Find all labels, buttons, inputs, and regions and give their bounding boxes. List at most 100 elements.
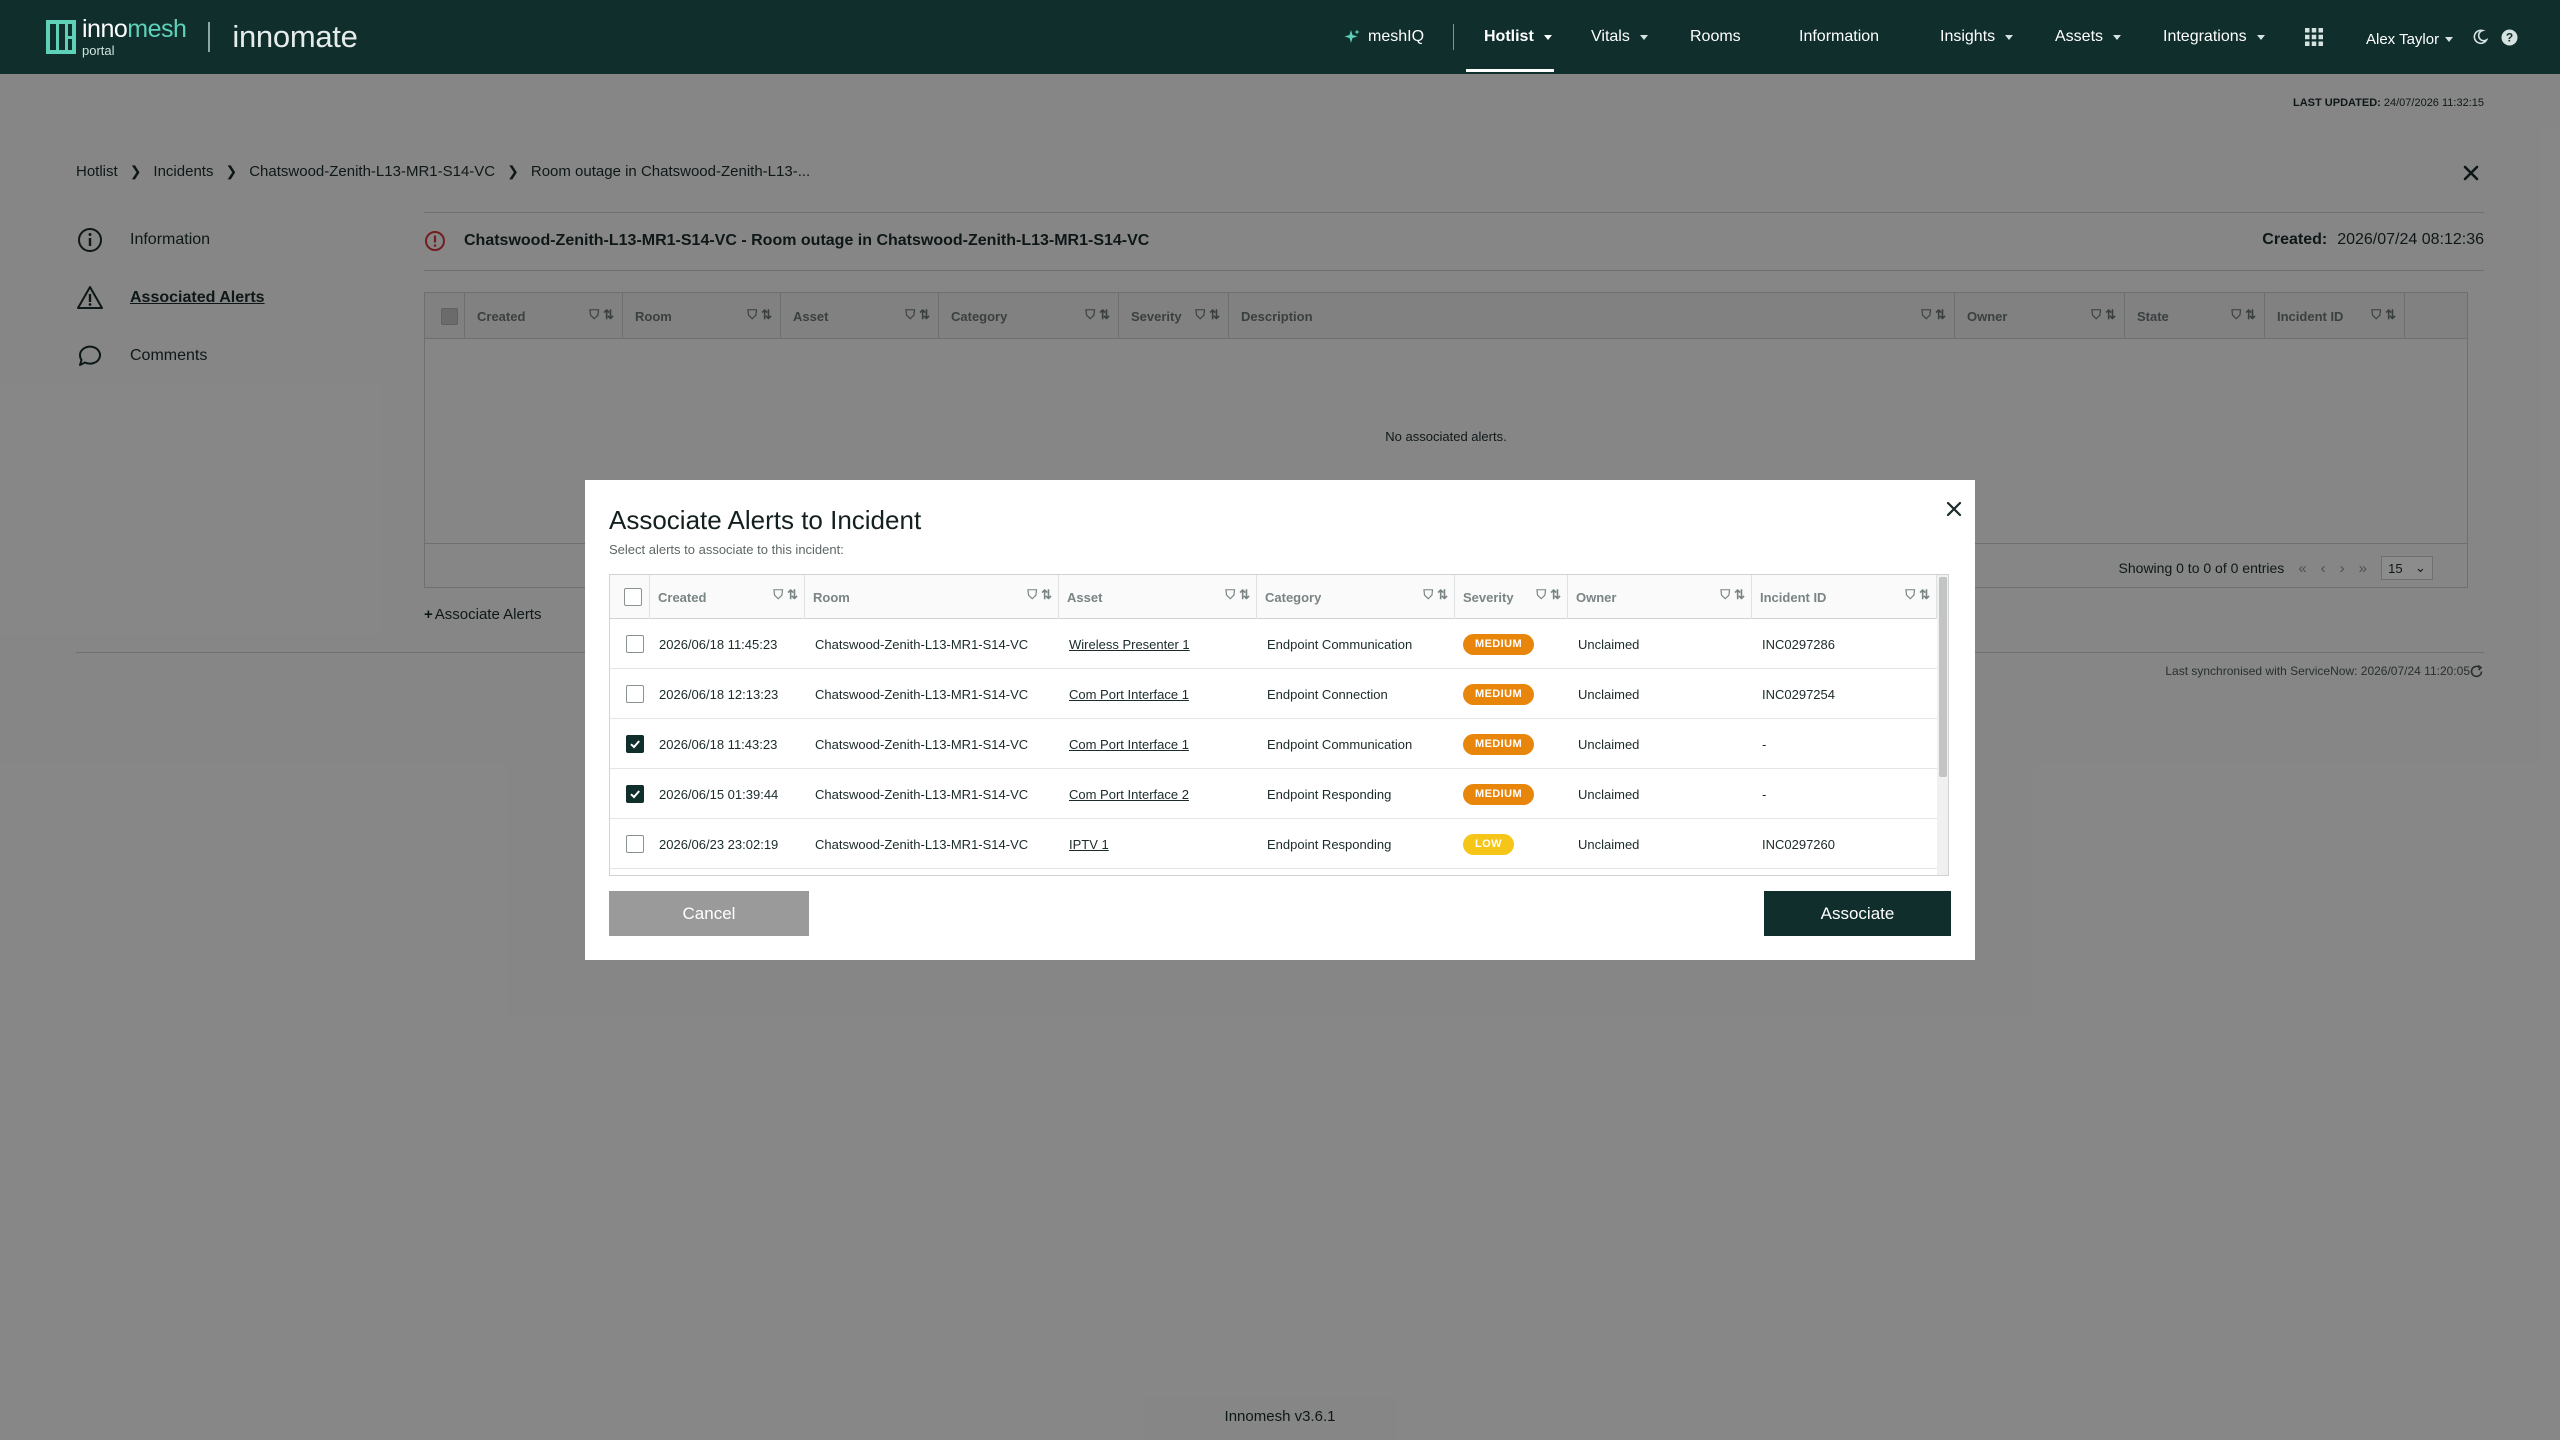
moon-icon [2473,29,2488,45]
severity-badge: MEDIUM [1463,783,1535,805]
column-label: Severity [1463,589,1514,605]
cell-room: Chatswood-Zenith-L13-MR1-S14-VC [815,686,1029,702]
row-checkbox[interactable] [626,635,644,653]
nav-rooms-label: Rooms [1690,28,1741,45]
cell-room: Chatswood-Zenith-L13-MR1-S14-VC [815,786,1029,802]
column-asset[interactable]: Asset ⛉ ⇅ [1059,575,1257,619]
nav-rooms[interactable]: Rooms [1690,0,1741,74]
cell-category: Endpoint Communication [1267,636,1413,652]
column-owner[interactable]: Owner ⛉ ⇅ [1568,575,1752,619]
asset-link[interactable]: IPTV 1 [1069,837,1109,852]
user-menu[interactable]: Alex Taylor [2366,2,2454,76]
vertical-scrollbar[interactable] [1937,575,1948,875]
select-all-column [610,575,650,619]
innomesh-logo[interactable]: innomesh portal innomate [46,15,358,57]
cell-created: 2026/06/18 11:45:23 [659,636,778,652]
cell-owner: Unclaimed [1578,836,1640,852]
row-checkbox[interactable] [626,685,644,703]
sort-icon[interactable]: ⇅ [1550,587,1561,603]
app-name: innomate [232,19,358,54]
severity-badge: MEDIUM [1463,683,1535,705]
column-label: Owner [1576,589,1617,605]
select-all-checkbox[interactable] [624,588,642,606]
nav-divider [1453,24,1454,50]
associate-button[interactable]: Associate [1764,891,1951,936]
cell-owner: Unclaimed [1578,636,1640,652]
column-severity[interactable]: Severity ⛉ ⇅ [1455,575,1568,619]
apps-grid-button[interactable] [2305,0,2323,74]
help-button[interactable]: ? [2501,0,2518,74]
filter-icon[interactable]: ⛉ [1720,587,1730,603]
top-navbar: innomesh portal innomate meshIQ Hotlist … [0,0,2560,74]
cell-owner: Unclaimed [1578,686,1640,702]
sort-icon[interactable]: ⇅ [1734,587,1745,603]
checkmark-icon [630,790,640,799]
column-room[interactable]: Room ⛉ ⇅ [805,575,1059,619]
help-icon: ? [2501,29,2518,45]
modal-close-button[interactable] [1943,498,1965,520]
row-checkbox[interactable] [626,835,644,853]
column-label: Category [1265,589,1322,605]
logo-divider [208,22,211,52]
filter-icon[interactable]: ⛉ [1225,587,1235,603]
cell-room: Chatswood-Zenith-L13-MR1-S14-VC [815,736,1029,752]
table-row[interactable]: 2026/06/15 01:39:44 Chatswood-Zenith-L13… [610,769,1937,819]
filter-icon[interactable]: ⛉ [1027,587,1037,603]
filter-icon[interactable]: ⛉ [1423,587,1433,603]
column-label: Incident ID [1760,589,1827,605]
dark-mode-toggle[interactable] [2472,0,2488,74]
modal-subtitle: Select alerts to associate to this incid… [609,542,844,557]
column-label: Room [813,589,850,605]
nav-hotlist[interactable]: Hotlist [1466,0,1554,74]
cell-room: Chatswood-Zenith-L13-MR1-S14-VC [815,636,1029,652]
cell-room: Chatswood-Zenith-L13-MR1-S14-VC [815,836,1029,852]
innomesh-logo-icon [46,20,76,54]
nav-information[interactable]: Information [1799,0,1879,74]
cell-incident-id: INC0297286 [1762,636,1835,652]
cell-incident-id: - [1762,786,1767,802]
nav-vitals[interactable]: Vitals [1591,0,1648,74]
column-incident-id[interactable]: Incident ID ⛉ ⇅ [1752,575,1937,619]
chevron-down-icon [2113,34,2122,40]
nav-assets[interactable]: Assets [2055,0,2122,74]
filter-icon[interactable]: ⛉ [773,587,783,603]
chevron-down-icon [1543,34,1552,40]
cell-created: 2026/06/15 01:39:44 [659,786,779,802]
column-created[interactable]: Created ⛉ ⇅ [650,575,805,619]
nav-meshiq-label: meshIQ [1368,28,1425,45]
row-checkbox[interactable] [626,735,644,753]
scrollbar-thumb[interactable] [1939,577,1947,777]
severity-badge: MEDIUM [1463,633,1535,655]
column-category[interactable]: Category ⛉ ⇅ [1257,575,1455,619]
sort-icon[interactable]: ⇅ [787,587,798,603]
nav-meshiq[interactable]: meshIQ [1344,0,1424,74]
alerts-grid-header: Created ⛉ ⇅ Room ⛉ ⇅ Asset ⛉ ⇅ Category ⛉ ⇅ Seve… [610,575,1937,619]
row-checkbox[interactable] [626,785,644,803]
sort-icon[interactable]: ⇅ [1239,587,1250,603]
filter-icon[interactable]: ⛉ [1905,587,1915,603]
nav-integrations[interactable]: Integrations [2163,0,2265,74]
nav-insights[interactable]: Insights [1940,0,2014,74]
asset-link[interactable]: Com Port Interface 1 [1069,737,1189,752]
logo-wordmark: innomesh [82,15,187,43]
cell-category: Endpoint Communication [1267,736,1413,752]
modal-title: Associate Alerts to Incident [609,505,922,535]
filter-icon[interactable]: ⛉ [1536,587,1546,603]
table-row[interactable]: 2026/06/23 23:02:19 Chatswood-Zenith-L13… [610,819,1937,869]
asset-link[interactable]: Wireless Presenter 1 [1069,637,1190,652]
sort-icon[interactable]: ⇅ [1437,587,1448,603]
nav-assets-label: Assets [2055,28,2104,45]
table-row[interactable]: 2026/06/18 11:43:23 Chatswood-Zenith-L13… [610,719,1937,769]
cell-owner: Unclaimed [1578,736,1640,752]
asset-link[interactable]: Com Port Interface 1 [1069,687,1189,702]
sort-icon[interactable]: ⇅ [1919,587,1930,603]
cell-incident-id: INC0297254 [1762,686,1835,702]
severity-badge: LOW [1463,833,1514,855]
cancel-button[interactable]: Cancel [609,891,809,936]
asset-link[interactable]: Com Port Interface 2 [1069,787,1189,802]
table-row[interactable]: 2026/06/18 11:45:23 Chatswood-Zenith-L13… [610,619,1937,669]
svg-text:?: ? [2506,30,2513,44]
table-row[interactable]: 2026/06/18 12:13:23 Chatswood-Zenith-L13… [610,669,1937,719]
sort-icon[interactable]: ⇅ [1041,587,1052,603]
cell-category: Endpoint Responding [1267,786,1392,802]
